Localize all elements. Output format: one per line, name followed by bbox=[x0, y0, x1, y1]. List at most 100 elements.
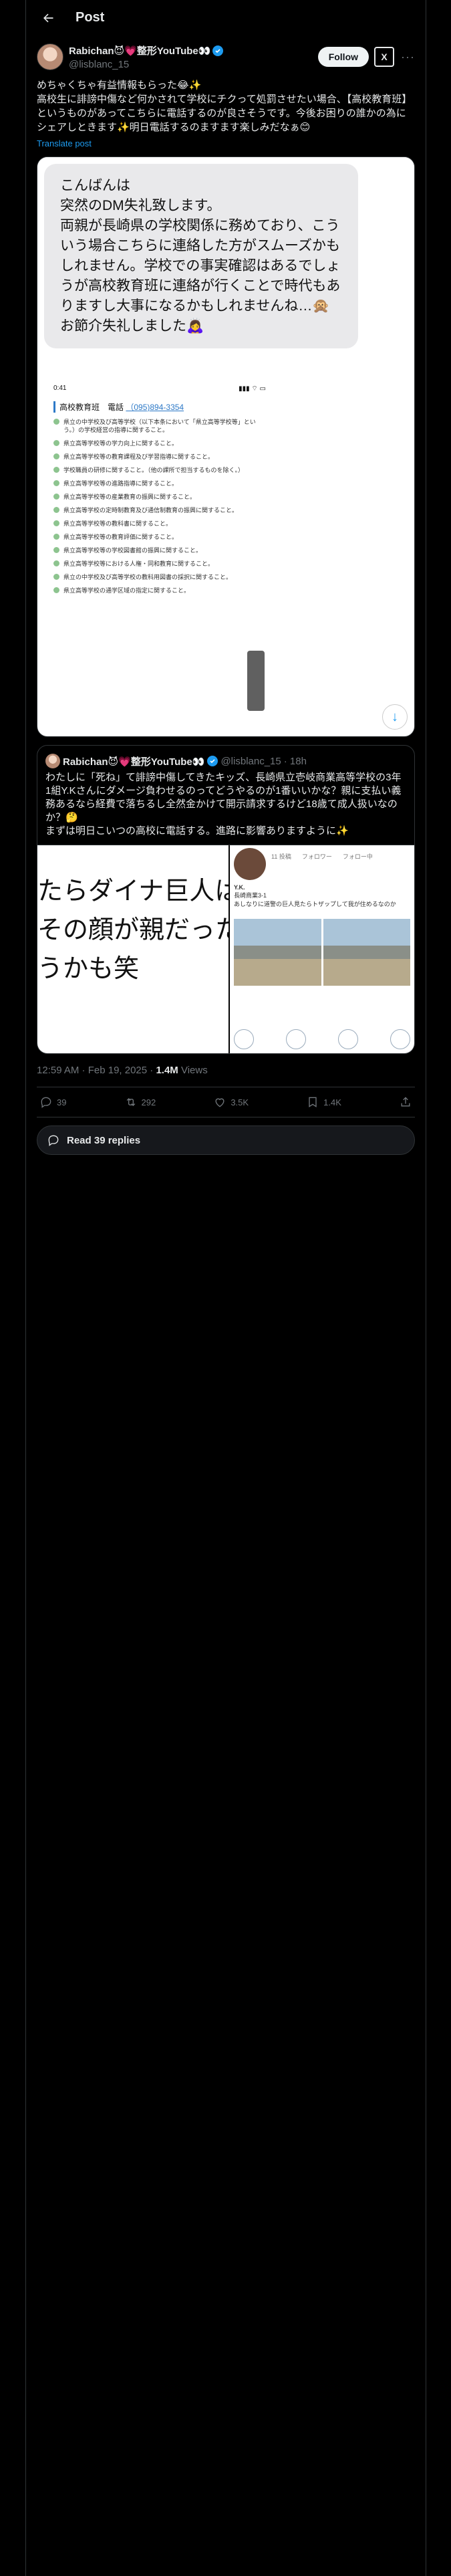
avatar[interactable] bbox=[37, 43, 63, 70]
phone-list-item: 県立高等学校の定時制教育及び通信制教育の振興に関すること。 bbox=[53, 506, 266, 514]
phone-list-item: 県立の中学校及び高等学校の教科用図書の採択に関すること。 bbox=[53, 573, 266, 581]
share-button[interactable] bbox=[399, 1095, 412, 1109]
phone-list-item-text: 県立高等学校等における人権・同和教育に関すること。 bbox=[63, 560, 214, 567]
quote-media-right: 11 投稿 フォロワー フォロー中 Y.K. 長崎商業3-1 あしなりに道警の巨… bbox=[229, 845, 414, 1053]
phone-list-item-text: 県立高等学校等の進路指導に関すること。 bbox=[63, 480, 178, 487]
school-photo bbox=[323, 919, 410, 986]
phone-list-item: 県立高等学校等の学校図書館の振興に関すること。 bbox=[53, 546, 266, 554]
phone-list-item-text: 県立の中学校及び高等学校の教科用図書の採択に関すること。 bbox=[63, 574, 233, 580]
read-replies-button[interactable]: Read 39 replies bbox=[37, 1125, 415, 1155]
bullet-icon bbox=[53, 560, 59, 566]
phone-list-item: 県立高等学校等における人権・同和教育に関すること。 bbox=[53, 560, 266, 568]
quote-handle: @lisblanc_15 bbox=[220, 755, 281, 767]
phone-list-item-text: 県立高等学校の通学区域の指定に関すること。 bbox=[63, 587, 190, 594]
quote-text: わたしに「死ね」て誹謗中傷してきたキッズ、長崎県立壱岐商業高等学校の3年1組Y.… bbox=[45, 772, 402, 837]
phone-heading-label: 高校教育班 電話 bbox=[59, 403, 124, 412]
scroll-down-icon[interactable]: ↓ bbox=[382, 704, 408, 730]
bullet-icon bbox=[53, 574, 59, 580]
dm-screenshot: こんばんは 突然のDM失礼致します。 両親が長崎県の学校関係に務めており、こうい… bbox=[37, 157, 414, 378]
profile-actions bbox=[234, 1029, 410, 1049]
author-name[interactable]: Rabichan😈💗整形YouTube👀 bbox=[69, 43, 210, 58]
phone-list-item: 県立の中学校及び高等学校（以下本条において「県立高等学校等」という。）の学校経営… bbox=[53, 418, 266, 434]
read-replies-label: Read 39 replies bbox=[67, 1134, 141, 1146]
quoted-tweet[interactable]: Rabichan😈💗整形YouTube👀 @lisblanc_15 · 18h … bbox=[37, 745, 415, 1054]
quote-media: たらダイナ巨人は その顔が親だった うかも笑 11 投稿 フォロワー フォロー中… bbox=[37, 845, 414, 1053]
phone-list-item: 県立高等学校等の教育課程及び学習指導に関すること。 bbox=[53, 453, 266, 461]
bullet-icon bbox=[53, 507, 59, 513]
phone-list-item-text: 県立の中学校及び高等学校（以下本条において「県立高等学校等」という。）の学校経営… bbox=[63, 419, 256, 433]
phone-list-item-text: 県立高等学校等の学力向上に関すること。 bbox=[63, 440, 178, 447]
profile-stats: 11 投稿 フォロワー フォロー中 bbox=[271, 852, 373, 861]
profile-photos bbox=[234, 919, 410, 986]
post-time[interactable]: 12:59 AM · Feb 19, 2025 · bbox=[37, 1065, 156, 1076]
school-photo bbox=[234, 919, 321, 986]
phone-list-item: 県立高等学校等の学力向上に関すること。 bbox=[53, 439, 266, 447]
repost-icon bbox=[126, 1098, 135, 1106]
profile-action-icon bbox=[338, 1029, 358, 1049]
profile-name: Y.K. bbox=[234, 884, 245, 891]
more-options-icon[interactable]: ··· bbox=[401, 50, 415, 64]
repost-button[interactable]: 292 bbox=[124, 1095, 156, 1109]
follow-button[interactable]: Follow bbox=[317, 47, 369, 67]
phone-list-item: 学校職員の研修に関すること。（他の課所で担当するものを除く。） bbox=[53, 466, 266, 474]
phone-time: 0:41 bbox=[53, 385, 67, 392]
tweet-media[interactable]: こんばんは 突然のDM失礼致します。 両親が長崎県の学校関係に務めており、こうい… bbox=[37, 156, 415, 737]
bullet-icon bbox=[53, 480, 59, 486]
bullet-icon bbox=[53, 547, 59, 553]
profile-school: 長崎商業3-1 bbox=[234, 892, 267, 899]
profile-row: 11 投稿 フォロワー フォロー中 bbox=[234, 848, 410, 880]
translate-link[interactable]: Translate post bbox=[37, 138, 415, 148]
views-label: Views bbox=[178, 1065, 208, 1076]
bookmark-icon bbox=[309, 1097, 317, 1107]
bullet-icon bbox=[53, 534, 59, 540]
author-handle[interactable]: @lisblanc_15 bbox=[69, 59, 318, 70]
timestamp-row: 12:59 AM · Feb 19, 2025 · 1.4M Views bbox=[37, 1054, 415, 1087]
phone-list-item-text: 県立高等学校等の教育課程及び学習指導に関すること。 bbox=[63, 453, 214, 460]
tweet-text: めちゃくちゃ有益情報もらった😂✨ 高校生に誹謗中傷など何かされて学校にチクって処… bbox=[37, 80, 412, 133]
author-name-row[interactable]: Rabichan😈💗整形YouTube👀 bbox=[69, 43, 318, 58]
phone-list-item: 県立高等学校等の産業教育の振興に関すること。 bbox=[53, 493, 266, 501]
bookmark-count: 1.4K bbox=[323, 1097, 341, 1107]
phone-list-item-text: 県立高等学校等の教科書に関すること。 bbox=[63, 520, 172, 527]
bullet-icon bbox=[53, 453, 59, 459]
back-arrow-icon[interactable] bbox=[37, 7, 59, 29]
author-row: Rabichan😈💗整形YouTube👀 @lisblanc_15 Follow… bbox=[37, 43, 415, 70]
profile-stat: フォロワー bbox=[301, 853, 332, 860]
replies-bubble-icon bbox=[48, 1135, 59, 1146]
profile-bio: あしなりに道警の巨人見たらトザップして我が住めるなのか bbox=[234, 901, 396, 907]
phone-list-item-text: 県立高等学校等の産業教育の振興に関すること。 bbox=[63, 494, 196, 500]
quote-header: Rabichan😈💗整形YouTube👀 @lisblanc_15 · 18h bbox=[37, 746, 414, 768]
verified-badge-icon bbox=[212, 45, 224, 56]
top-bar: Post bbox=[26, 0, 426, 35]
tweet: Rabichan😈💗整形YouTube👀 @lisblanc_15 Follow… bbox=[26, 35, 426, 1155]
profile-action-icon bbox=[286, 1029, 306, 1049]
phone-signal-icon: ▮▮▮ ⌔ ▭ bbox=[239, 385, 266, 393]
phone-items-list: 県立の中学校及び高等学校（以下本条において「県立高等学校等」という。）の学校経営… bbox=[49, 418, 270, 595]
like-button[interactable]: 3.5K bbox=[213, 1095, 249, 1109]
quote-time: · 18h bbox=[283, 755, 307, 767]
quote-author-name: Rabichan😈💗整形YouTube👀 bbox=[63, 756, 205, 768]
bullet-icon bbox=[53, 494, 59, 500]
phone-side-controls bbox=[247, 651, 265, 711]
reply-count: 39 bbox=[57, 1097, 67, 1107]
profile-avatar bbox=[234, 848, 266, 880]
bullet-icon bbox=[53, 520, 59, 526]
heart-icon bbox=[215, 1098, 224, 1107]
profile-stat: フォロー中 bbox=[342, 853, 373, 860]
repost-count: 292 bbox=[141, 1097, 156, 1107]
reply-button[interactable]: 39 bbox=[39, 1095, 66, 1109]
quote-verified-icon bbox=[207, 756, 218, 766]
bullet-icon bbox=[53, 440, 59, 446]
bullet-icon bbox=[53, 467, 59, 473]
profile-action-icon bbox=[390, 1029, 410, 1049]
phone-list-item: 県立高等学校等の教科書に関すること。 bbox=[53, 520, 266, 528]
action-bar: 39 292 3.5K 1.4K bbox=[37, 1087, 415, 1117]
phone-heading: 高校教育班 電話 （095)894-3354 bbox=[53, 401, 266, 413]
grok-icon[interactable]: X bbox=[374, 47, 395, 67]
profile-action-icon bbox=[234, 1029, 254, 1049]
phone-screenshot: 0:41 ▮▮▮ ⌔ ▭ 高校教育班 電話 （095)894-3354 県立の中… bbox=[49, 383, 270, 731]
quote-media-left: たらダイナ巨人は その顔が親だった うかも笑 bbox=[37, 845, 229, 1053]
phone-list-item-text: 県立高等学校等の学校図書館の振興に関すること。 bbox=[63, 547, 202, 554]
phone-status-bar: 0:41 ▮▮▮ ⌔ ▭ bbox=[49, 383, 270, 395]
bookmark-button[interactable]: 1.4K bbox=[306, 1095, 341, 1109]
